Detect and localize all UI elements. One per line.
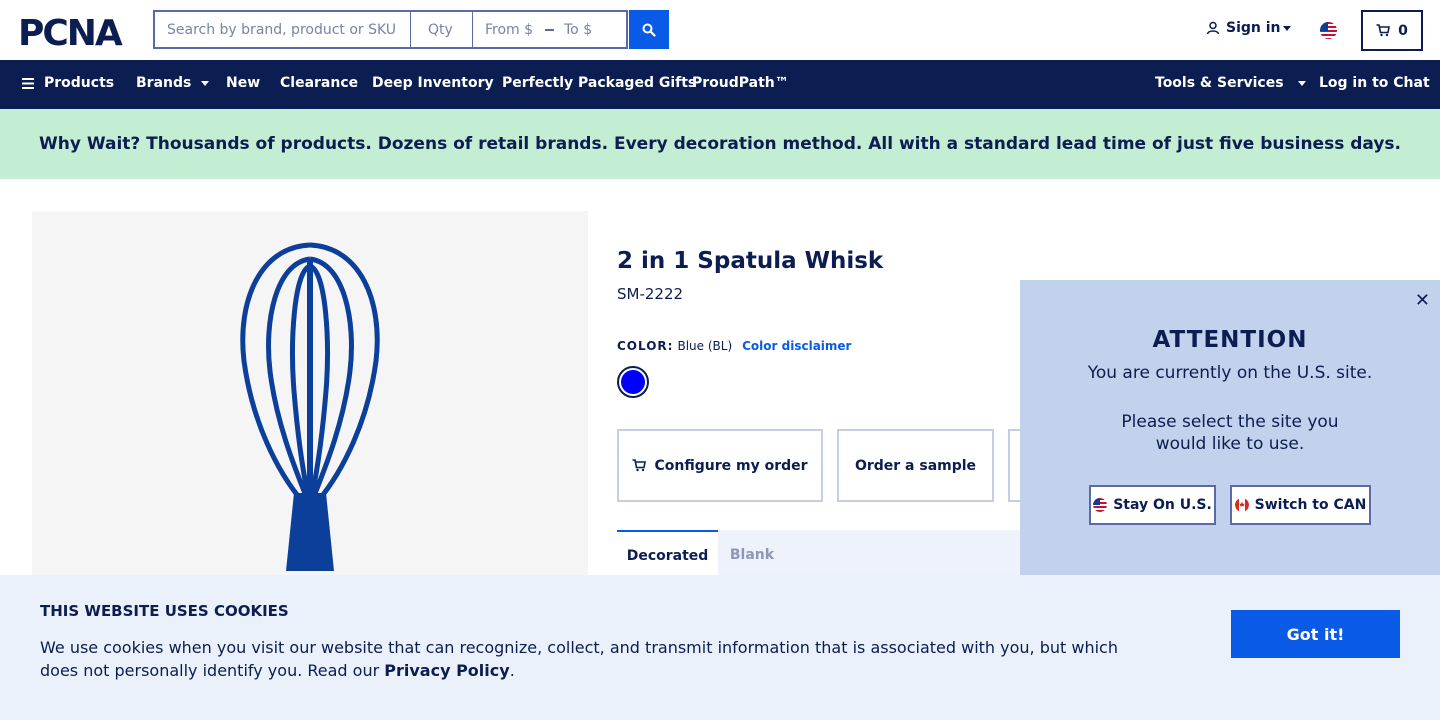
us-flag-icon — [1093, 498, 1108, 512]
canada-flag-icon — [1234, 498, 1249, 512]
site-header: PCNA Sign in — [0, 0, 1440, 60]
product-sku: SM-2222 — [617, 285, 684, 303]
sign-in-label: Sign in — [1226, 20, 1281, 36]
modal-select-text-line2: would like to use. — [1155, 434, 1305, 454]
chevron-down-icon — [201, 80, 210, 86]
color-label: COLOR: — [617, 339, 674, 353]
nav-brands-label: Brands — [136, 75, 192, 91]
color-value: Blue (BL) — [677, 339, 733, 353]
nav-gifts[interactable]: Perfectly Packaged Gifts — [502, 75, 696, 91]
modal-select-text-line1: Please select the site you — [1121, 412, 1339, 432]
privacy-policy-link[interactable]: Privacy Policy — [384, 661, 509, 680]
us-flag-icon[interactable] — [1320, 22, 1337, 39]
search-icon — [642, 23, 656, 37]
stay-us-label: Stay On U.S. — [1113, 497, 1212, 513]
tab-blank[interactable]: Blank — [718, 530, 786, 580]
nav-proudpath[interactable]: ProudPath™ — [692, 75, 789, 91]
nav-proudpath-label: ProudPath™ — [692, 75, 789, 91]
configure-order-label: Configure my order — [654, 457, 808, 474]
cart-icon — [632, 459, 647, 472]
nav-new-label: New — [226, 75, 261, 91]
qty-input[interactable] — [411, 10, 473, 49]
color-swatch-blue[interactable] — [617, 366, 649, 398]
tab-decorated-label: Decorated — [626, 548, 709, 564]
chevron-down-icon — [1297, 80, 1306, 86]
whisk-image — [240, 242, 380, 571]
switch-can-button[interactable]: Switch to CAN — [1230, 485, 1371, 525]
nav-brands[interactable]: Brands — [136, 75, 210, 91]
chevron-down-icon — [1282, 25, 1291, 31]
sign-in-menu[interactable]: Sign in — [1206, 20, 1291, 36]
stay-us-button[interactable]: Stay On U.S. — [1089, 485, 1216, 525]
nav-products[interactable]: Products — [22, 75, 114, 91]
cart-button[interactable]: 0 — [1361, 10, 1423, 51]
user-icon — [1206, 21, 1220, 35]
product-image[interactable] — [32, 211, 588, 591]
nav-gifts-label: Perfectly Packaged Gifts — [502, 75, 697, 91]
promo-banner: Why Wait? Thousands of products. Dozens … — [0, 109, 1440, 179]
order-sample-button[interactable]: Order a sample — [837, 429, 994, 502]
nav-chat-label: Log in to Chat — [1319, 75, 1430, 91]
search-bar — [153, 10, 669, 49]
svg-text:PCNA: PCNA — [18, 14, 123, 48]
close-icon[interactable]: ✕ — [1415, 290, 1430, 311]
price-range-dash — [545, 28, 554, 31]
modal-title: ATTENTION — [1152, 327, 1308, 353]
order-sample-label: Order a sample — [854, 457, 977, 474]
pcna-logo[interactable]: PCNA — [18, 14, 136, 48]
cookie-text-end: . — [509, 661, 515, 680]
nav-tools-label: Tools & Services — [1155, 75, 1284, 91]
cookie-text-body: We use cookies when you visit our websit… — [40, 638, 1118, 680]
main-nav: Products Brands New Clearance Deep Inven… — [0, 60, 1440, 109]
cookie-accept-button[interactable]: Got it! — [1231, 610, 1400, 658]
color-swatch-fill — [621, 370, 645, 394]
product-title: 2 in 1 Spatula Whisk — [617, 248, 884, 274]
cookie-banner: THIS WEBSITE USES COOKIES We use cookies… — [0, 575, 1440, 720]
tab-blank-label: Blank — [729, 547, 775, 563]
nav-clearance-label: Clearance — [280, 75, 359, 91]
nav-tools-services[interactable]: Tools & Services — [1155, 75, 1306, 91]
cookie-text: We use cookies when you visit our websit… — [40, 636, 1140, 682]
search-button[interactable] — [629, 10, 669, 49]
nav-deep-inventory[interactable]: Deep Inventory — [372, 75, 494, 91]
nav-deep-inventory-label: Deep Inventory — [372, 75, 494, 91]
price-range — [473, 10, 628, 49]
color-disclaimer-link[interactable]: Color disclaimer — [742, 339, 851, 353]
nav-chat-login[interactable]: Log in to Chat — [1319, 75, 1430, 91]
cart-icon — [1376, 24, 1391, 37]
nav-products-label: Products — [44, 75, 115, 91]
cookie-title: THIS WEBSITE USES COOKIES — [40, 602, 289, 620]
search-input[interactable] — [153, 10, 411, 49]
switch-can-label: Switch to CAN — [1254, 497, 1367, 513]
price-from-input[interactable] — [485, 21, 535, 38]
promo-text: Why Wait? Thousands of products. Dozens … — [38, 134, 1402, 154]
price-to-input[interactable] — [564, 21, 614, 38]
menu-icon — [22, 77, 34, 89]
modal-current-site-text: You are currently on the U.S. site. — [1087, 363, 1373, 383]
site-select-modal: ✕ ATTENTION You are currently on the U.S… — [1020, 280, 1440, 575]
configure-order-button[interactable]: Configure my order — [617, 429, 823, 502]
color-row: COLOR: Blue (BL) Color disclaimer — [617, 339, 851, 353]
cart-count: 0 — [1398, 22, 1408, 39]
tab-decorated[interactable]: Decorated — [617, 530, 718, 580]
nav-new[interactable]: New — [226, 75, 260, 91]
nav-clearance[interactable]: Clearance — [280, 75, 358, 91]
